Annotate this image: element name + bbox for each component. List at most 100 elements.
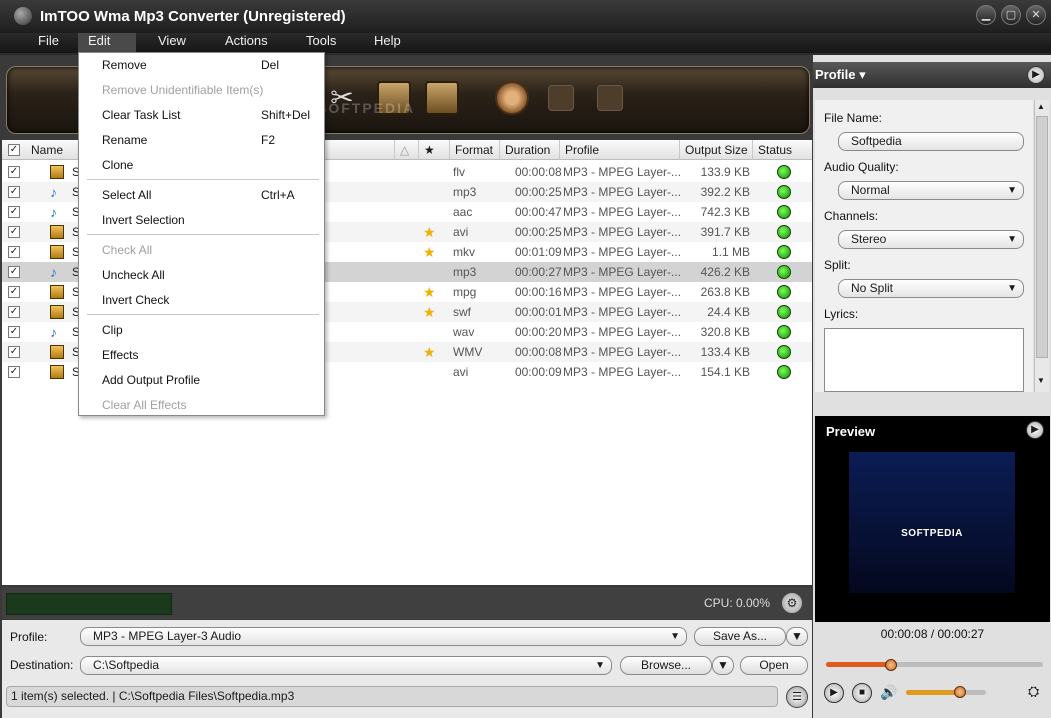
cpu-strip: CPU: 0.00% ⚙ [2,587,812,619]
row-duration: 00:00:20 [515,325,562,339]
split-select[interactable]: No Split ▼ [838,279,1024,298]
stop-icon[interactable]: ■ [852,683,872,703]
row-duration: 00:00:01 [515,305,562,319]
menu-item-invert-selection[interactable]: Invert Selection [102,213,185,235]
row-profile: MP3 - MPEG Layer-... [563,265,682,279]
profile-panel-title[interactable]: Profile ▾ [815,67,866,83]
row-checkbox[interactable]: ✓ [8,306,20,318]
menu-bar: File Edit View Actions Tools Help [0,33,1051,53]
menu-item-uncheck-all[interactable]: Uncheck All [102,268,165,290]
channels-select[interactable]: Stereo ▼ [838,230,1024,249]
row-checkbox[interactable]: ✓ [8,266,20,278]
status-ok-icon [777,265,791,279]
close-button[interactable]: ✕ [1026,5,1046,25]
file-name-input[interactable]: Softpedia [838,132,1024,151]
destination-select[interactable]: C:\Softpedia ▼ [80,656,612,675]
row-format: aac [453,205,473,219]
status-ok-icon [777,365,791,379]
row-checkbox[interactable]: ✓ [8,166,20,178]
menu-actions[interactable]: Actions [215,33,278,53]
seek-handle[interactable] [885,659,898,671]
row-duration: 00:00:25 [515,185,562,199]
menu-item-add-output-profile[interactable]: Add Output Profile [102,373,200,395]
row-profile: MP3 - MPEG Layer-... [563,245,682,259]
scroll-up-icon[interactable]: ▲ [1037,102,1045,111]
chevron-down-icon: ▼ [1007,283,1017,294]
add-profile-film-icon[interactable] [425,81,459,115]
minimize-button[interactable]: ▁ [976,5,996,25]
volume-handle[interactable] [953,686,966,698]
header-checkbox[interactable]: ✓ [8,144,20,156]
play-icon[interactable]: ▶ [824,683,844,703]
header-duration[interactable]: Duration [499,140,550,160]
music-note-icon: ♪ [50,264,57,280]
row-checkbox[interactable]: ✓ [8,366,20,378]
lyrics-textarea[interactable] [824,328,1024,392]
volume-fill [906,690,960,695]
header-star-icon[interactable]: ★ [418,140,435,160]
menu-help[interactable]: Help [364,33,411,53]
menu-item-effects[interactable]: Effects [102,348,138,370]
menu-item-rename[interactable]: Rename [102,133,147,155]
scroll-thumb[interactable] [1036,116,1048,358]
header-profile[interactable]: Profile [559,140,599,160]
pause-icon[interactable] [548,85,574,111]
row-checkbox[interactable]: ✓ [8,286,20,298]
row-checkbox[interactable]: ✓ [8,246,20,258]
film-icon [50,285,64,299]
maximize-button[interactable]: ▢ [1001,5,1021,25]
menu-edit[interactable]: Edit [78,33,136,53]
menu-item-invert-check[interactable]: Invert Check [102,293,169,315]
browse-dropdown-button[interactable]: ▼ [712,656,734,675]
row-format: mkv [453,245,475,259]
app-icon [14,7,32,25]
menu-item-remove[interactable]: Remove [102,58,147,80]
star-icon: ★ [423,224,436,240]
speaker-icon[interactable]: 🔊 [880,684,897,701]
row-checkbox[interactable]: ✓ [8,226,20,238]
header-name[interactable]: Name [26,140,63,160]
music-note-icon: ♪ [50,204,57,220]
row-checkbox[interactable]: ✓ [8,186,20,198]
log-icon[interactable]: ☰ [786,686,808,708]
menu-item-clip[interactable]: Clip [102,323,123,345]
header-status[interactable]: Status [752,140,792,160]
menu-view[interactable]: View [148,33,196,53]
profile-select[interactable]: MP3 - MPEG Layer-3 Audio ▼ [80,627,687,646]
status-ok-icon [777,245,791,259]
open-button[interactable]: Open [740,656,808,675]
row-checkbox[interactable]: ✓ [8,346,20,358]
convert-icon[interactable] [495,81,529,115]
scroll-down-icon[interactable]: ▼ [1037,376,1045,385]
lyrics-label: Lyrics: [824,307,859,321]
row-format: avi [453,225,469,239]
preview-detach-icon[interactable]: ▶ [1026,421,1044,439]
save-as-dropdown-button[interactable]: ▼ [786,627,808,646]
audio-quality-select[interactable]: Normal ▼ [838,181,1024,200]
row-output-size: 1.1 MB [711,245,750,259]
properties-scrollbar[interactable]: ▲ ▼ [1034,100,1049,392]
row-checkbox[interactable]: ✓ [8,326,20,338]
sort-icon[interactable]: △ [394,140,409,160]
row-checkbox[interactable]: ✓ [8,206,20,218]
menu-item-clone[interactable]: Clone [102,158,133,180]
snapshot-icon[interactable]: ⛭ [1028,683,1039,700]
seek-slider[interactable] [826,662,1043,667]
volume-slider[interactable] [906,690,986,695]
menu-tools[interactable]: Tools [296,33,346,53]
row-output-size: 426.2 KB [700,265,750,279]
header-format[interactable]: Format [449,140,493,160]
header-output-size[interactable]: Output Size [679,140,748,160]
menu-item-select-all[interactable]: Select All [102,188,151,210]
menu-item-clear-task-list[interactable]: Clear Task List [102,108,180,130]
menu-separator [87,179,319,180]
menu-file[interactable]: File [28,33,69,53]
stop-convert-icon[interactable] [597,85,623,111]
menu-separator [87,234,319,235]
save-as-button[interactable]: Save As... [694,627,786,646]
film-icon [50,225,64,239]
browse-button[interactable]: Browse... [620,656,712,675]
gear-icon[interactable]: ⚙ [781,592,803,614]
status-ok-icon [777,325,791,339]
collapse-arrow-icon[interactable]: ▶ [1027,66,1045,84]
